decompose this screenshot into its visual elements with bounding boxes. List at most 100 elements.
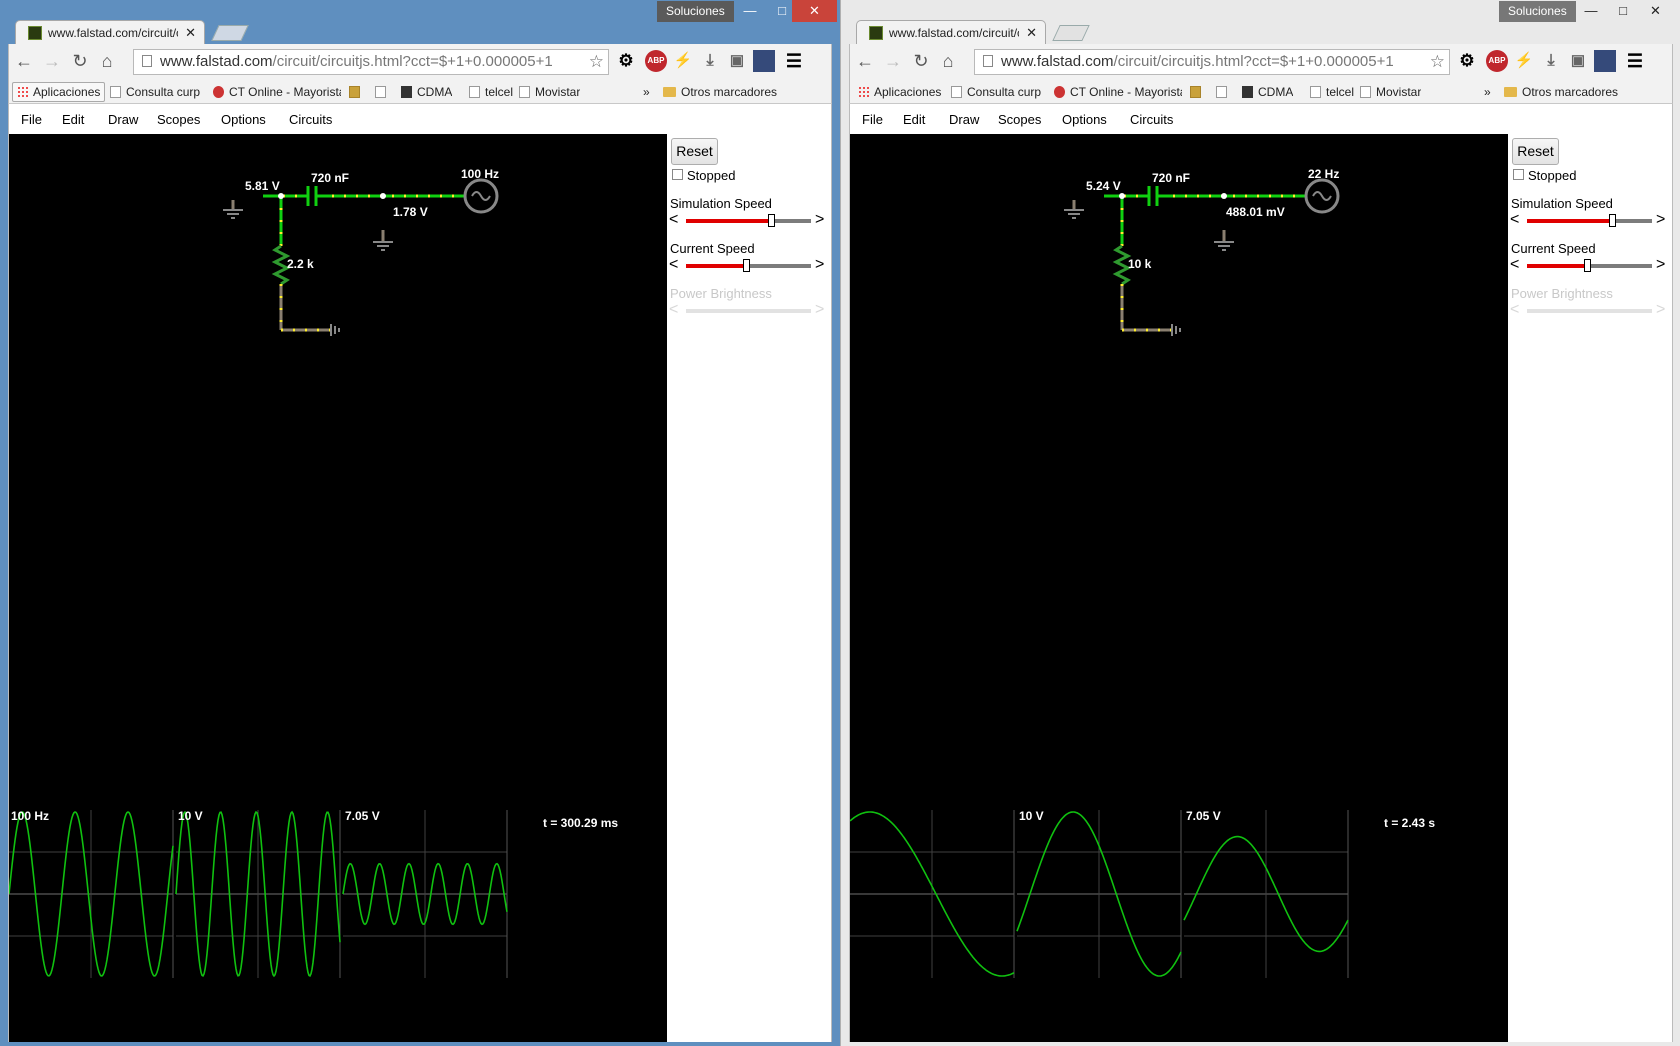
- menu-draw[interactable]: Draw: [108, 112, 138, 127]
- menu-circuits[interactable]: Circuits: [1130, 112, 1173, 127]
- stopped-checkbox[interactable]: [672, 169, 683, 180]
- scope-panel[interactable]: [849, 810, 1015, 978]
- menu-icon[interactable]: ☰: [1624, 50, 1646, 72]
- circuit-schematic[interactable]: 5.81 V 720 nF 100 Hz 1.78 V 2.2 k: [223, 167, 499, 336]
- scope-panel[interactable]: 7.05 V: [342, 809, 508, 978]
- close-icon[interactable]: ✕: [1633, 0, 1678, 22]
- reset-button[interactable]: Reset: [1512, 138, 1559, 165]
- bookmark-consulta-curp[interactable]: Consulta curp: [110, 83, 200, 101]
- bookmark-telcel[interactable]: telcel: [1310, 83, 1354, 101]
- database-extension-icon[interactable]: ▣: [1567, 50, 1589, 72]
- chevron-right-icon[interactable]: >: [1656, 256, 1665, 274]
- bookmark-page[interactable]: [375, 83, 391, 101]
- scope-panel[interactable]: 10 V: [175, 809, 341, 978]
- adblock-icon[interactable]: ABP: [1486, 50, 1508, 72]
- stopped-checkbox[interactable]: [1513, 169, 1524, 180]
- database-extension-icon[interactable]: ▣: [726, 50, 748, 72]
- circuit-schematic[interactable]: 5.24 V 720 nF 22 Hz 488.01 mV 10 k: [1064, 167, 1340, 336]
- current-speed-slider[interactable]: < >: [667, 256, 831, 275]
- bookmark-ct-online[interactable]: CT Online - Mayorista: [1054, 83, 1182, 101]
- menu-file[interactable]: File: [862, 112, 883, 127]
- download-icon[interactable]: ⤓: [1540, 50, 1562, 72]
- chevron-left-icon[interactable]: <: [669, 256, 678, 274]
- browser-tab[interactable]: www.falstad.com/circuit/c ✕: [15, 20, 205, 44]
- bookmark-telcel[interactable]: telcel: [469, 83, 513, 101]
- simulation-speed-slider[interactable]: < >: [667, 211, 831, 230]
- reload-icon[interactable]: ↻: [69, 51, 91, 72]
- adblock-icon[interactable]: ABP: [645, 50, 667, 72]
- menu-draw[interactable]: Draw: [949, 112, 979, 127]
- circuit-canvas[interactable]: 5.24 V 720 nF 22 Hz 488.01 mV 10 k 10 V 7…: [849, 134, 1508, 1042]
- scope-area[interactable]: 100 Hz 10 V 7.05 V: [8, 809, 508, 978]
- back-icon[interactable]: ←: [13, 51, 35, 72]
- minimize-icon[interactable]: —: [1575, 0, 1607, 22]
- bookmark-apps[interactable]: Aplicaciones: [12, 82, 106, 102]
- reset-button[interactable]: Reset: [671, 138, 718, 165]
- chart-extension-icon[interactable]: [753, 50, 775, 72]
- simulation-speed-slider[interactable]: < >: [1508, 211, 1672, 230]
- close-icon[interactable]: ✕: [792, 0, 837, 22]
- circuit-canvas[interactable]: 5.81 V 720 nF 100 Hz 1.78 V 2.2 k 100 Hz…: [8, 134, 667, 1042]
- forward-icon[interactable]: →: [41, 51, 63, 72]
- bookmark-apps[interactable]: Aplicaciones: [853, 82, 946, 102]
- home-icon[interactable]: ⌂: [96, 51, 118, 72]
- menu-options[interactable]: Options: [1062, 112, 1107, 127]
- forward-icon[interactable]: →: [882, 51, 904, 72]
- bookmark-ct-online[interactable]: CT Online - Mayorista: [213, 83, 341, 101]
- new-tab-button[interactable]: [1052, 25, 1090, 41]
- menu-scopes[interactable]: Scopes: [157, 112, 200, 127]
- slider-thumb[interactable]: [1609, 214, 1616, 227]
- menu-file[interactable]: File: [21, 112, 42, 127]
- bookmarks-overflow[interactable]: »: [1484, 83, 1491, 101]
- menu-scopes[interactable]: Scopes: [998, 112, 1041, 127]
- menu-edit[interactable]: Edit: [62, 112, 84, 127]
- chevron-left-icon[interactable]: <: [1510, 211, 1519, 229]
- menu-edit[interactable]: Edit: [903, 112, 925, 127]
- bookmark-star-icon[interactable]: ☆: [585, 50, 604, 74]
- gear-extension-icon[interactable]: ⚙: [1456, 50, 1478, 72]
- bookmark-icon-only[interactable]: [349, 83, 365, 101]
- new-tab-button[interactable]: [211, 25, 249, 41]
- scope-panel[interactable]: 100 Hz: [8, 809, 174, 978]
- resistor[interactable]: [271, 244, 291, 286]
- resistor[interactable]: [1112, 244, 1132, 286]
- address-bar[interactable]: www.falstad.com/circuit/circuitjs.html?c…: [133, 49, 609, 75]
- bookmark-cdma[interactable]: CDMA: [1242, 83, 1293, 101]
- circuit-svg[interactable]: 5.81 V 720 nF 100 Hz 1.78 V 2.2 k 100 Hz…: [8, 134, 667, 1042]
- tab-close-icon[interactable]: ✕: [185, 21, 196, 45]
- menu-options[interactable]: Options: [221, 112, 266, 127]
- scope-panel[interactable]: 10 V: [1016, 809, 1182, 978]
- chart-extension-icon[interactable]: [1594, 50, 1616, 72]
- bookmark-cdma[interactable]: CDMA: [401, 83, 452, 101]
- bookmark-page[interactable]: [1216, 83, 1232, 101]
- minimize-icon[interactable]: —: [734, 0, 766, 22]
- other-bookmarks-folder[interactable]: Otros marcadores: [1504, 83, 1618, 101]
- address-bar[interactable]: www.falstad.com/circuit/circuitjs.html?c…: [974, 49, 1450, 75]
- download-icon[interactable]: ⤓: [699, 50, 721, 72]
- scope-area[interactable]: 10 V 7.05 V: [849, 809, 1349, 978]
- bookmark-movistar[interactable]: Movistar: [519, 83, 580, 101]
- bookmark-movistar[interactable]: Movistar: [1360, 83, 1421, 101]
- gear-extension-icon[interactable]: ⚙: [615, 50, 637, 72]
- bookmark-consulta-curp[interactable]: Consulta curp: [951, 83, 1041, 101]
- other-bookmarks-folder[interactable]: Otros marcadores: [663, 83, 777, 101]
- scope-panel[interactable]: 7.05 V: [1183, 809, 1349, 978]
- slider-thumb[interactable]: [768, 214, 775, 227]
- bookmark-icon-only[interactable]: [1190, 83, 1206, 101]
- home-icon[interactable]: ⌂: [937, 51, 959, 72]
- chevron-right-icon[interactable]: >: [815, 211, 824, 229]
- slider-thumb[interactable]: [1584, 259, 1591, 272]
- slider-thumb[interactable]: [743, 259, 750, 272]
- current-speed-slider[interactable]: < >: [1508, 256, 1672, 275]
- reload-icon[interactable]: ↻: [910, 51, 932, 72]
- browser-tab[interactable]: www.falstad.com/circuit/c ✕: [856, 20, 1046, 44]
- user-profile-badge[interactable]: Soluciones: [1499, 1, 1576, 22]
- menu-circuits[interactable]: Circuits: [289, 112, 332, 127]
- chevron-right-icon[interactable]: >: [1656, 211, 1665, 229]
- back-icon[interactable]: ←: [854, 51, 876, 72]
- tab-close-icon[interactable]: ✕: [1026, 21, 1037, 45]
- lightning-extension-icon[interactable]: ⚡: [1513, 50, 1535, 72]
- chevron-left-icon[interactable]: <: [1510, 256, 1519, 274]
- chevron-right-icon[interactable]: >: [815, 256, 824, 274]
- bookmarks-overflow[interactable]: »: [643, 83, 650, 101]
